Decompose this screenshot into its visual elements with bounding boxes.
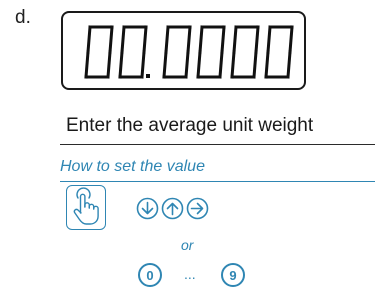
digit-segment	[142, 25, 148, 54]
howto-divider	[60, 181, 375, 182]
press-hand-icon	[66, 185, 106, 230]
digit-segment	[120, 25, 126, 54]
digit-segment	[220, 25, 226, 54]
digit-segment	[186, 25, 192, 54]
display-digit	[196, 25, 226, 79]
digit-segment	[264, 50, 270, 79]
arrow-down-icon	[136, 197, 159, 220]
display-digit	[84, 25, 114, 79]
digit-segment	[162, 50, 168, 79]
seven-segment-display	[61, 11, 306, 90]
key-zero: 0	[138, 263, 162, 287]
key-nine: 9	[221, 263, 245, 287]
digit-segment	[232, 25, 238, 54]
display-digit	[230, 25, 260, 79]
arrow-right-icon	[186, 197, 209, 220]
display-digit	[118, 25, 148, 79]
digit-segment	[108, 25, 114, 54]
digit-segment	[196, 50, 202, 79]
instruction-text: Enter the average unit weight	[66, 115, 314, 136]
divider	[60, 144, 375, 145]
digit-segment	[106, 50, 112, 79]
display-digits	[84, 25, 294, 79]
digit-segment	[218, 50, 224, 79]
digit-segment	[252, 50, 258, 79]
digit-segment	[266, 25, 272, 54]
decimal-point	[146, 74, 150, 78]
digit-segment	[288, 25, 294, 54]
digit-segment	[164, 25, 170, 54]
display-digit	[162, 25, 192, 79]
howto-title: How to set the value	[60, 158, 205, 175]
digit-segment	[118, 50, 124, 79]
digit-segment	[86, 25, 92, 54]
digit-segment	[184, 50, 190, 79]
key-range-ellipsis: ...	[184, 266, 196, 282]
or-separator: or	[181, 237, 194, 253]
digit-segment	[254, 25, 260, 54]
digit-segment	[198, 25, 204, 54]
step-letter: d.	[15, 7, 31, 28]
digit-segment	[230, 50, 236, 79]
arrow-up-icon	[161, 197, 184, 220]
display-digit	[264, 25, 294, 79]
digit-segment	[286, 50, 292, 79]
digit-segment	[84, 50, 90, 79]
digit-segment	[140, 50, 146, 79]
